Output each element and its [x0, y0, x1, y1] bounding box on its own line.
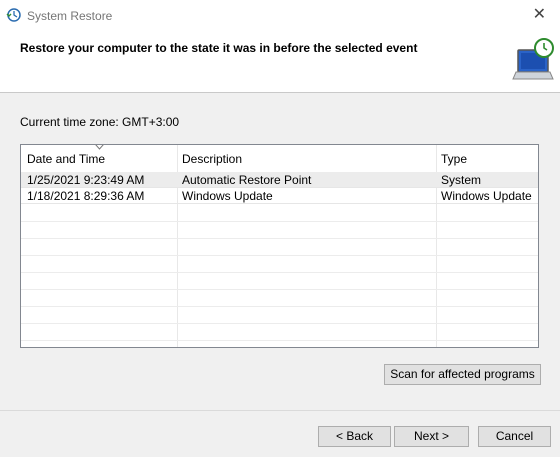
empty-row-line: [21, 238, 538, 239]
sort-descending-icon: [95, 145, 104, 150]
restore-points-table[interactable]: Date and Time Description Type 1/25/2021…: [20, 144, 539, 348]
row-date: 1/25/2021 9:23:49 AM: [27, 173, 145, 187]
column-header-date[interactable]: Date and Time: [27, 152, 105, 166]
window-title: System Restore: [27, 9, 113, 23]
footer-divider: [0, 410, 560, 411]
scan-affected-programs-button[interactable]: Scan for affected programs: [384, 364, 541, 385]
page-heading: Restore your computer to the state it wa…: [20, 41, 418, 55]
empty-row-line: [21, 272, 538, 273]
row-description: Windows Update: [182, 189, 273, 203]
computer-restore-icon: [512, 38, 554, 80]
row-description: Automatic Restore Point: [182, 173, 312, 187]
title-bar: System Restore ✕: [0, 0, 560, 31]
cancel-button[interactable]: Cancel: [478, 426, 551, 447]
timezone-label: Current time zone: GMT+3:00: [20, 115, 180, 129]
empty-row-line: [21, 289, 538, 290]
empty-row-line: [21, 255, 538, 256]
table-header: Date and Time Description Type: [21, 145, 538, 173]
empty-row-line: [21, 221, 538, 222]
empty-row-line: [21, 340, 538, 341]
empty-row-line: [21, 323, 538, 324]
back-button[interactable]: < Back: [318, 426, 391, 447]
table-row[interactable]: 1/25/2021 9:23:49 AM Automatic Restore P…: [21, 172, 538, 188]
row-type: System: [441, 173, 482, 187]
empty-row-line: [21, 306, 538, 307]
next-button[interactable]: Next >: [394, 426, 469, 447]
system-restore-icon: [6, 8, 21, 22]
column-header-description[interactable]: Description: [182, 152, 242, 166]
column-header-type[interactable]: Type: [441, 152, 467, 166]
row-type: Windows Update: [441, 189, 532, 203]
close-icon[interactable]: ✕: [533, 4, 546, 26]
table-row[interactable]: 1/18/2021 8:29:36 AM Windows Update Wind…: [21, 188, 538, 204]
row-date: 1/18/2021 8:29:36 AM: [27, 189, 145, 203]
wizard-header: Restore your computer to the state it wa…: [0, 31, 560, 93]
